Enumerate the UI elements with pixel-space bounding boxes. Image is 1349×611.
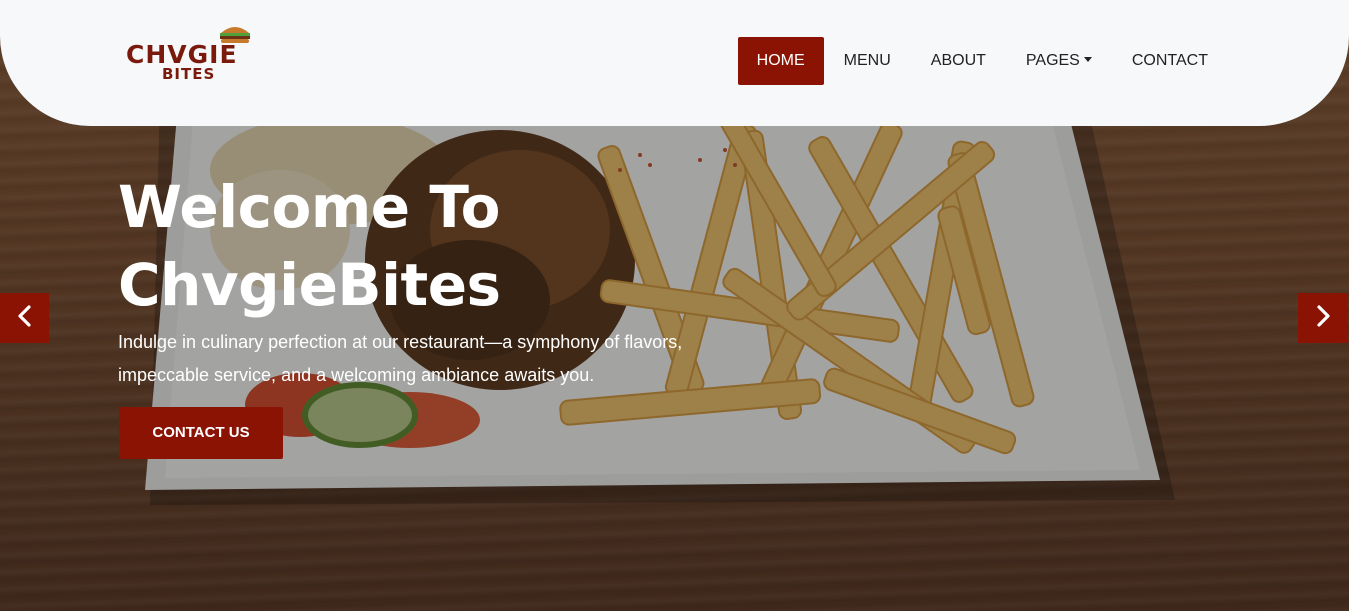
chevron-right-icon (1313, 304, 1333, 333)
carousel-prev-button[interactable] (0, 293, 49, 343)
nav-menu[interactable]: MENU (824, 37, 911, 85)
hero-subtitle: Indulge in culinary perfection at our re… (118, 326, 738, 392)
hero-title: Welcome To ChvgieBites (118, 168, 718, 324)
hero-subtitle-line2: impeccable service, and a welcoming ambi… (118, 365, 595, 385)
nav-pages[interactable]: PAGES (1006, 37, 1112, 85)
nav-about[interactable]: ABOUT (911, 37, 1006, 85)
contact-us-button[interactable]: CONTACT US (119, 407, 283, 459)
navbar: CHVGIE BITES HOME MENU ABOUT PAGES CONTA… (0, 0, 1349, 126)
hero-title-line2: ChvgieBites (118, 251, 501, 319)
nav-contact[interactable]: CONTACT (1112, 37, 1228, 85)
hero-title-line1: Welcome To (118, 173, 501, 241)
nav-home[interactable]: HOME (737, 37, 824, 85)
nav-pages-label: PAGES (1025, 52, 1080, 69)
main-nav: HOME MENU ABOUT PAGES CONTACT (737, 37, 1228, 85)
caret-down-icon (1083, 57, 1092, 62)
brand-logo[interactable]: CHVGIE BITES (126, 22, 266, 84)
chevron-left-icon (15, 304, 35, 333)
carousel-next-button[interactable] (1298, 293, 1348, 343)
hero-subtitle-line1: Indulge in culinary perfection at our re… (118, 332, 683, 352)
brand-name-line2: BITES (162, 65, 216, 83)
